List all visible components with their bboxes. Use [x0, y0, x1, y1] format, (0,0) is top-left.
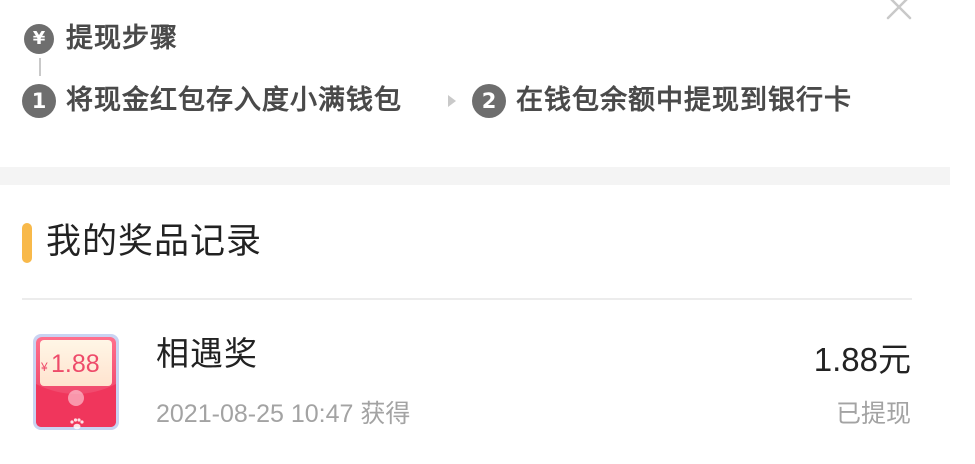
section-divider: [0, 167, 950, 185]
records-title: 我的奖品记录: [46, 222, 263, 262]
step-1-text: 将现金红包存入度小满钱包: [66, 85, 402, 116]
arrow-right-icon: [448, 95, 456, 107]
yen-icon: ¥: [24, 24, 54, 54]
close-icon[interactable]: [884, 0, 914, 22]
paw-icon: [70, 418, 84, 430]
step-2-number: 2: [472, 84, 506, 118]
prize-records-page: ¥ 提现步骤 1 将现金红包存入度小满钱包 2 在钱包余额中提现到银行卡 我的奖…: [0, 0, 975, 464]
step-connector: [39, 58, 41, 76]
prize-amount: 1.88元: [813, 341, 911, 378]
title-accent-bar: [22, 223, 32, 263]
red-envelope-graphic: [33, 334, 119, 430]
envelope-currency: ¥: [41, 360, 48, 374]
prize-record-row[interactable]: ¥ 1.88 相遇奖 2021-08-25 10:47 获得 1.88元 已提现: [0, 300, 975, 464]
prize-date: 2021-08-25 10:47 获得: [156, 400, 411, 428]
step-1-number: 1: [22, 84, 56, 118]
red-envelope-icon: ¥ 1.88: [31, 332, 121, 432]
steps-title: 提现步骤: [66, 23, 178, 54]
step-2-text: 在钱包余额中提现到银行卡: [516, 85, 852, 116]
withdraw-steps-section: ¥ 提现步骤 1 将现金红包存入度小满钱包 2 在钱包余额中提现到银行卡: [0, 0, 950, 167]
prize-status: 已提现: [835, 399, 911, 428]
prize-name: 相遇奖: [156, 334, 258, 373]
envelope-amount: 1.88: [51, 350, 100, 378]
